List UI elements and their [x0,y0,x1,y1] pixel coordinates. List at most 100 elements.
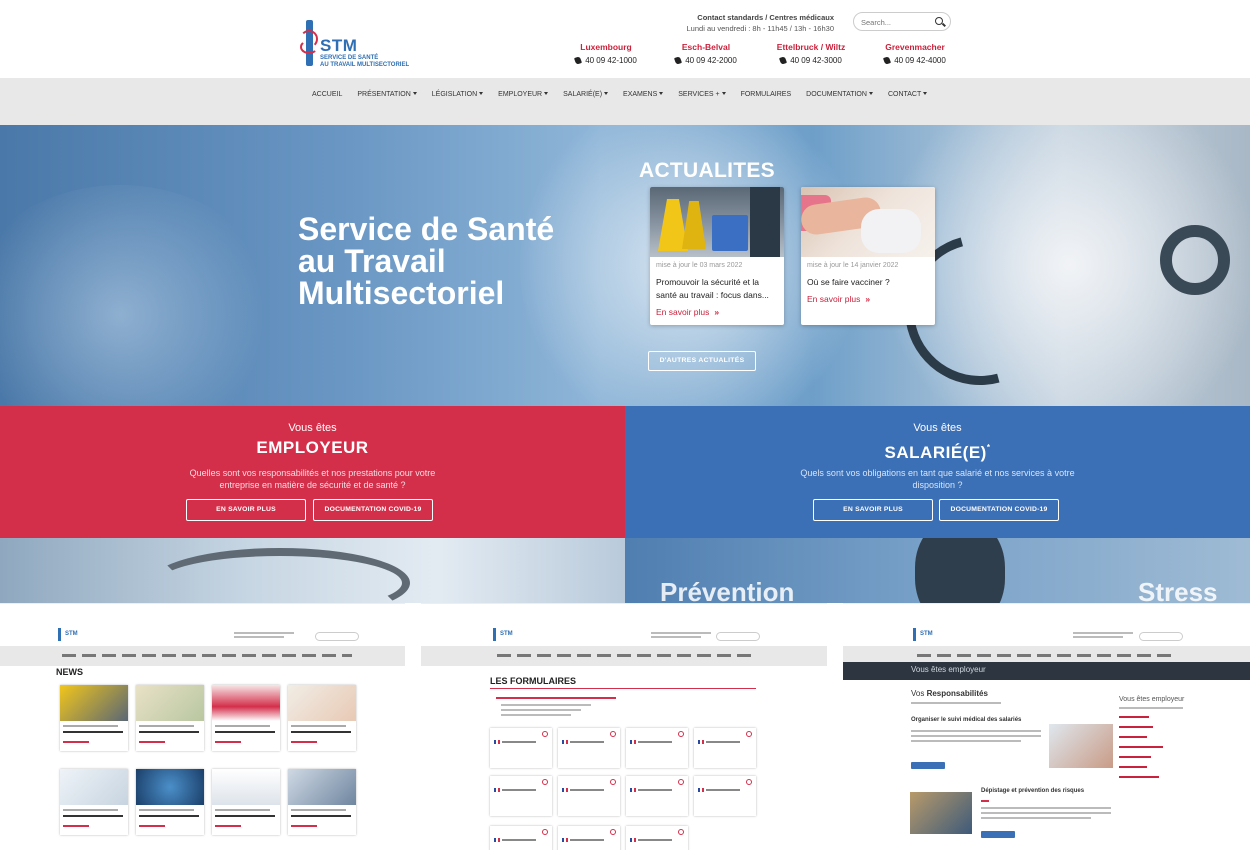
equipment-image [150,548,410,603]
thumb-news-card [288,769,356,835]
thumb-sidebar-item [1119,716,1149,718]
thumb-sidebar-item [1119,766,1147,768]
location-phone[interactable]: 40 09 42-2000 [661,56,751,66]
thumb-doctor-image [1049,724,1113,768]
location-city: Ettelbruck / Wiltz [776,42,846,52]
nav-contact[interactable]: CONTACT [888,90,927,102]
warning-sign-image [682,201,706,249]
location-luxembourg: Luxembourg 40 09 42-1000 [561,42,651,66]
thumb-more-button [981,831,1015,838]
salarie-more-button[interactable]: EN SAVOIR PLUS [813,499,933,521]
nav-accueil[interactable]: ACCUEIL [312,90,342,102]
thumb-employer-bar: Vous êtes employeur [843,662,1250,680]
thumb-form-card [558,776,620,816]
news-card-date: mise à jour le 14 janvier 2022 [807,262,899,269]
news-card-title: Où se faire vacciner ? [807,277,890,287]
thumb-sidebar-item [1119,736,1147,738]
nav-salarie[interactable]: SALARIÉ(E) [563,90,608,102]
panel-intro: Vous êtes [913,422,962,434]
prevention-tile[interactable] [0,538,625,603]
location-grevenmacher: Grevenmacher 40 09 42-4000 [870,42,960,66]
thumb-news-title: NEWS [56,667,83,677]
nav-employeur[interactable]: EMPLOYEUR [498,90,548,102]
panel-title: EMPLOYEUR [256,438,369,457]
location-phone[interactable]: 40 09 42-3000 [766,56,856,66]
thumb-sidebar-item [1119,746,1163,748]
thumb-nav [421,646,827,666]
nav-legislation[interactable]: LÉGISLATION [432,90,483,102]
location-city: Luxembourg [580,42,632,52]
nav-services[interactable]: SERVICES + [678,90,725,102]
panel-description: Quels sont vos obligations en tant que s… [800,468,1075,490]
prevention-label: Prévention [660,577,795,603]
panel-intro: Vous êtes [288,422,337,434]
nav-presentation[interactable]: PRÉSENTATION [357,90,416,102]
employeur-more-button[interactable]: EN SAVOIR PLUS [186,499,306,521]
thumb-sidebar-item [1119,726,1153,728]
thumb-news-card [136,685,204,751]
thumb-search [1139,632,1183,641]
snake-icon-bottom [300,40,318,54]
thumb-news-card [136,769,204,835]
thumb-news-card [212,769,280,835]
news-card[interactable]: mise à jour le 03 mars 2022 Promouvoir l… [650,187,784,325]
thumb-more-button [911,762,945,769]
nav-formulaires[interactable]: FORMULAIRES [741,90,792,102]
news-card-image [801,187,935,257]
hero-banner: Service de Santé au Travail Multisectori… [0,125,1250,406]
thumb-contact [651,632,711,638]
thumb-sidebar-title: Vous êtes employeur [1119,696,1185,703]
thumb-form-card [626,776,688,816]
thumb-contact [234,632,294,638]
salarie-covid-button[interactable]: DOCUMENTATION COVID-19 [939,499,1059,521]
phone-icon [779,56,788,65]
glove-image [861,209,921,253]
stm-logo[interactable]: STM SERVICE DE SANTÉ AU TRAVAIL MULTISECT… [298,20,418,68]
news-card-more-link[interactable]: En savoir plus [656,307,719,317]
phone-icon [574,56,583,65]
other-news-button[interactable]: D'AUTRES ACTUALITÉS [648,351,756,371]
news-card[interactable]: mise à jour le 14 janvier 2022 Où se fai… [801,187,935,325]
thumb-form-card [490,776,552,816]
employer-page-thumbnail[interactable]: STM Vous êtes employeur Vos Responsabili… [843,603,1250,850]
hero-background-shape [0,185,280,406]
news-card-more-link[interactable]: En savoir plus [807,294,870,304]
nav-documentation[interactable]: DOCUMENTATION [806,90,873,102]
news-card-title: Promouvoir la sécurité et la santé au tra… [656,277,769,300]
stethoscope-image [1160,225,1230,295]
person-image [915,538,1005,603]
panel-description: Quelles sont vos responsabilités et nos … [189,468,436,490]
location-city: Esch-Belval [681,42,731,52]
nav-examens[interactable]: EXAMENS [623,90,663,102]
news-page-thumbnail[interactable]: STM NEWS [0,603,405,850]
search-icon[interactable] [935,17,943,25]
stress-label: Stress [1138,577,1218,603]
thumb-nav [0,646,405,666]
thumb-news-card [212,685,280,751]
employeur-covid-button[interactable]: DOCUMENTATION COVID-19 [313,499,433,521]
location-city: Grevenmacher [885,42,945,52]
logo-subtitle: SERVICE DE SANTÉ AU TRAVAIL MULTISECTORIE… [320,55,410,68]
search-input[interactable] [861,16,931,28]
thumb-form-card [490,826,552,850]
thumb-responsabilites-title: Vos Responsabilités [911,689,988,698]
thumb-contact [1073,632,1133,638]
contact-info: Contact standards / Centres médicaux Lun… [660,12,834,34]
thumb-header [421,604,827,646]
employeur-panel: Vous êtes EMPLOYEUR Quelles sont vos res… [0,406,625,538]
thumb-logo: STM [58,628,78,641]
location-phone[interactable]: 40 09 42-4000 [870,56,960,66]
site-header: STM SERVICE DE SANTÉ AU TRAVAIL MULTISECT… [0,0,1250,78]
logo-title: STM [320,36,358,55]
search-box[interactable] [853,12,951,31]
phone-icon [883,56,892,65]
news-card-date: mise à jour le 03 mars 2022 [656,262,743,269]
thumb-form-card [558,728,620,768]
main-navigation: ACCUEIL PRÉSENTATION LÉGISLATION EMPLOYE… [0,78,1250,125]
thumb-header [843,604,1250,646]
hero-title: Service de Santé au Travail Multisectori… [298,211,555,311]
thumb-forms-title: LES FORMULAIRES [490,676,577,686]
location-phone[interactable]: 40 09 42-1000 [561,56,651,66]
forms-page-thumbnail[interactable]: STM LES FORMULAIRES [421,603,827,850]
thumb-item-title: Organiser le suivi médical des salariés [911,717,1022,723]
